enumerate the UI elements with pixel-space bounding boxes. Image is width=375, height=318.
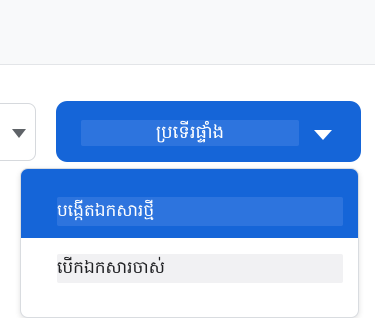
chevron-down-icon [12,129,26,138]
top-bar [0,0,375,65]
menu-item-create-new[interactable]: បង្កើតឯកសារថ្មី [21,169,358,238]
secondary-select[interactable] [0,103,36,161]
dropdown-menu: បង្កើតឯកសារថ្មី បើកឯកសារចាស់ [20,168,359,318]
primary-select-label: ប្រទើរផ្ទាំង [155,122,225,143]
chevron-down-icon [314,130,332,140]
menu-item-open-existing[interactable]: បើកឯកសារចាស់ [21,238,358,308]
menu-item-label: បើកឯកសារចាស់ [57,258,165,278]
primary-select-button[interactable]: ប្រទើរផ្ទាំង [56,101,361,162]
menu-item-label: បង្កើតឯកសារថ្មី [57,201,155,221]
